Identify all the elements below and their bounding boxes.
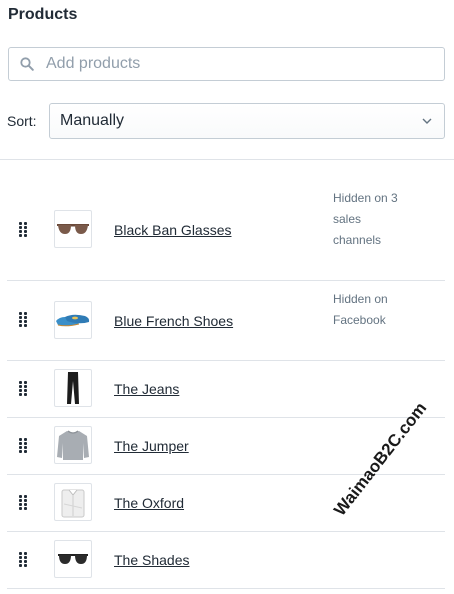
search-input[interactable] <box>46 55 444 73</box>
drag-handle-icon[interactable] <box>19 222 27 238</box>
blue-shoes-image <box>56 314 90 327</box>
product-name-link[interactable]: The Jeans <box>114 381 179 397</box>
product-thumbnail <box>54 426 92 464</box>
product-thumbnail <box>54 483 92 521</box>
product-thumbnail <box>54 369 92 407</box>
products-title: Products <box>8 6 78 23</box>
product-thumbnail <box>54 301 92 339</box>
section-divider <box>0 159 454 160</box>
search-icon <box>20 55 38 73</box>
product-name-link[interactable]: The Shades <box>114 552 190 568</box>
sort-label: Sort: <box>7 113 37 129</box>
drag-handle-icon[interactable] <box>19 438 27 454</box>
sort-select[interactable]: Manually <box>49 103 445 139</box>
product-row: The Shades <box>7 532 445 589</box>
product-thumbnail <box>54 210 92 248</box>
product-name-link[interactable]: Black Ban Glasses <box>114 222 232 238</box>
chevron-down-icon <box>422 118 432 124</box>
drag-handle-icon[interactable] <box>19 552 27 568</box>
product-thumbnail <box>54 540 92 578</box>
product-row: The Oxford <box>7 475 445 532</box>
product-row: The Jeans <box>7 361 445 418</box>
shades-image <box>58 554 88 564</box>
drag-handle-icon[interactable] <box>19 381 27 397</box>
product-name-link[interactable]: The Oxford <box>114 495 184 511</box>
product-name-link[interactable]: The Jumper <box>114 438 189 454</box>
jumper-image <box>57 430 89 460</box>
product-row: Blue French Shoes Hidden on Facebook <box>7 281 445 361</box>
sort-selected-value: Manually <box>60 112 125 129</box>
product-status: Hidden on Facebook <box>333 292 388 327</box>
product-row: Black Ban Glasses Hidden on 3 sales chan… <box>7 180 445 281</box>
add-products-search[interactable] <box>8 47 445 81</box>
drag-handle-icon[interactable] <box>19 495 27 511</box>
sunglasses-image <box>57 224 89 234</box>
jeans-image <box>67 372 79 404</box>
product-status: Hidden on 3 sales channels <box>333 191 398 247</box>
oxford-shirt-image <box>61 489 85 518</box>
drag-handle-icon[interactable] <box>19 312 27 328</box>
product-name-link[interactable]: Blue French Shoes <box>114 313 233 329</box>
